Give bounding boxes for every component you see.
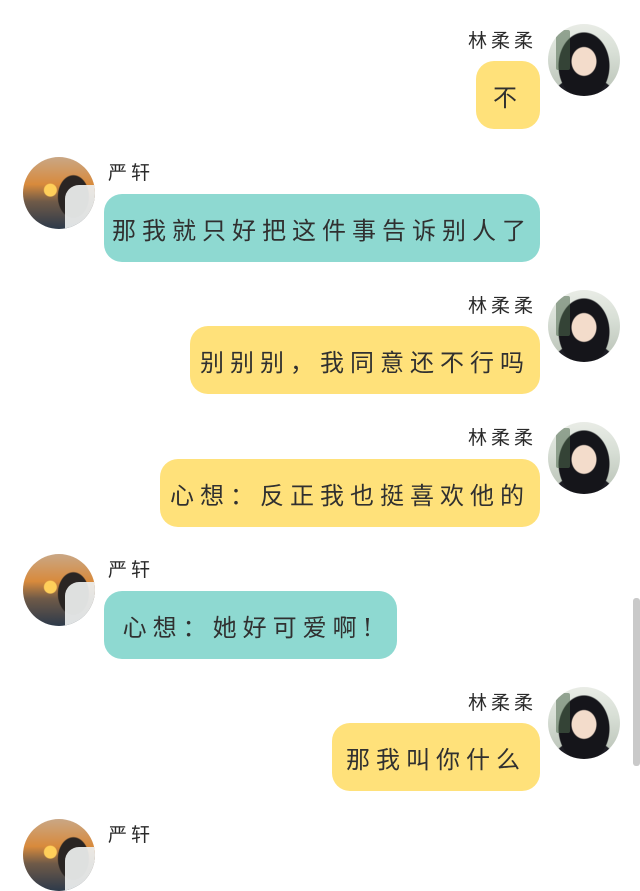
user-avatar[interactable] xyxy=(23,157,95,229)
user-avatar[interactable] xyxy=(23,554,95,626)
scrollbar[interactable] xyxy=(633,598,640,766)
message-bubble[interactable]: 不 xyxy=(476,61,540,129)
user-avatar[interactable] xyxy=(23,819,95,891)
message-bubble[interactable]: 心想：反正我也挺喜欢他的 xyxy=(160,459,540,527)
sender-name: 林柔柔 xyxy=(467,30,537,52)
sender-name: 林柔柔 xyxy=(467,427,537,449)
sender-name: 严轩 xyxy=(108,559,155,581)
message-bubble[interactable]: 那我叫你什么 xyxy=(332,723,540,791)
message-bubble[interactable]: 心想：她好可爱啊! xyxy=(104,591,397,659)
message-bubble[interactable]: 那我就只好把这件事告诉别人了 xyxy=(104,194,540,262)
user-avatar[interactable] xyxy=(548,290,620,362)
user-avatar[interactable] xyxy=(548,422,620,494)
sender-name: 林柔柔 xyxy=(467,692,537,714)
message-bubble[interactable]: 别别别，我同意还不行吗 xyxy=(190,326,540,394)
sender-name: 林柔柔 xyxy=(467,295,537,317)
user-avatar[interactable] xyxy=(548,24,620,96)
sender-name: 严轩 xyxy=(108,162,155,184)
user-avatar[interactable] xyxy=(548,687,620,759)
